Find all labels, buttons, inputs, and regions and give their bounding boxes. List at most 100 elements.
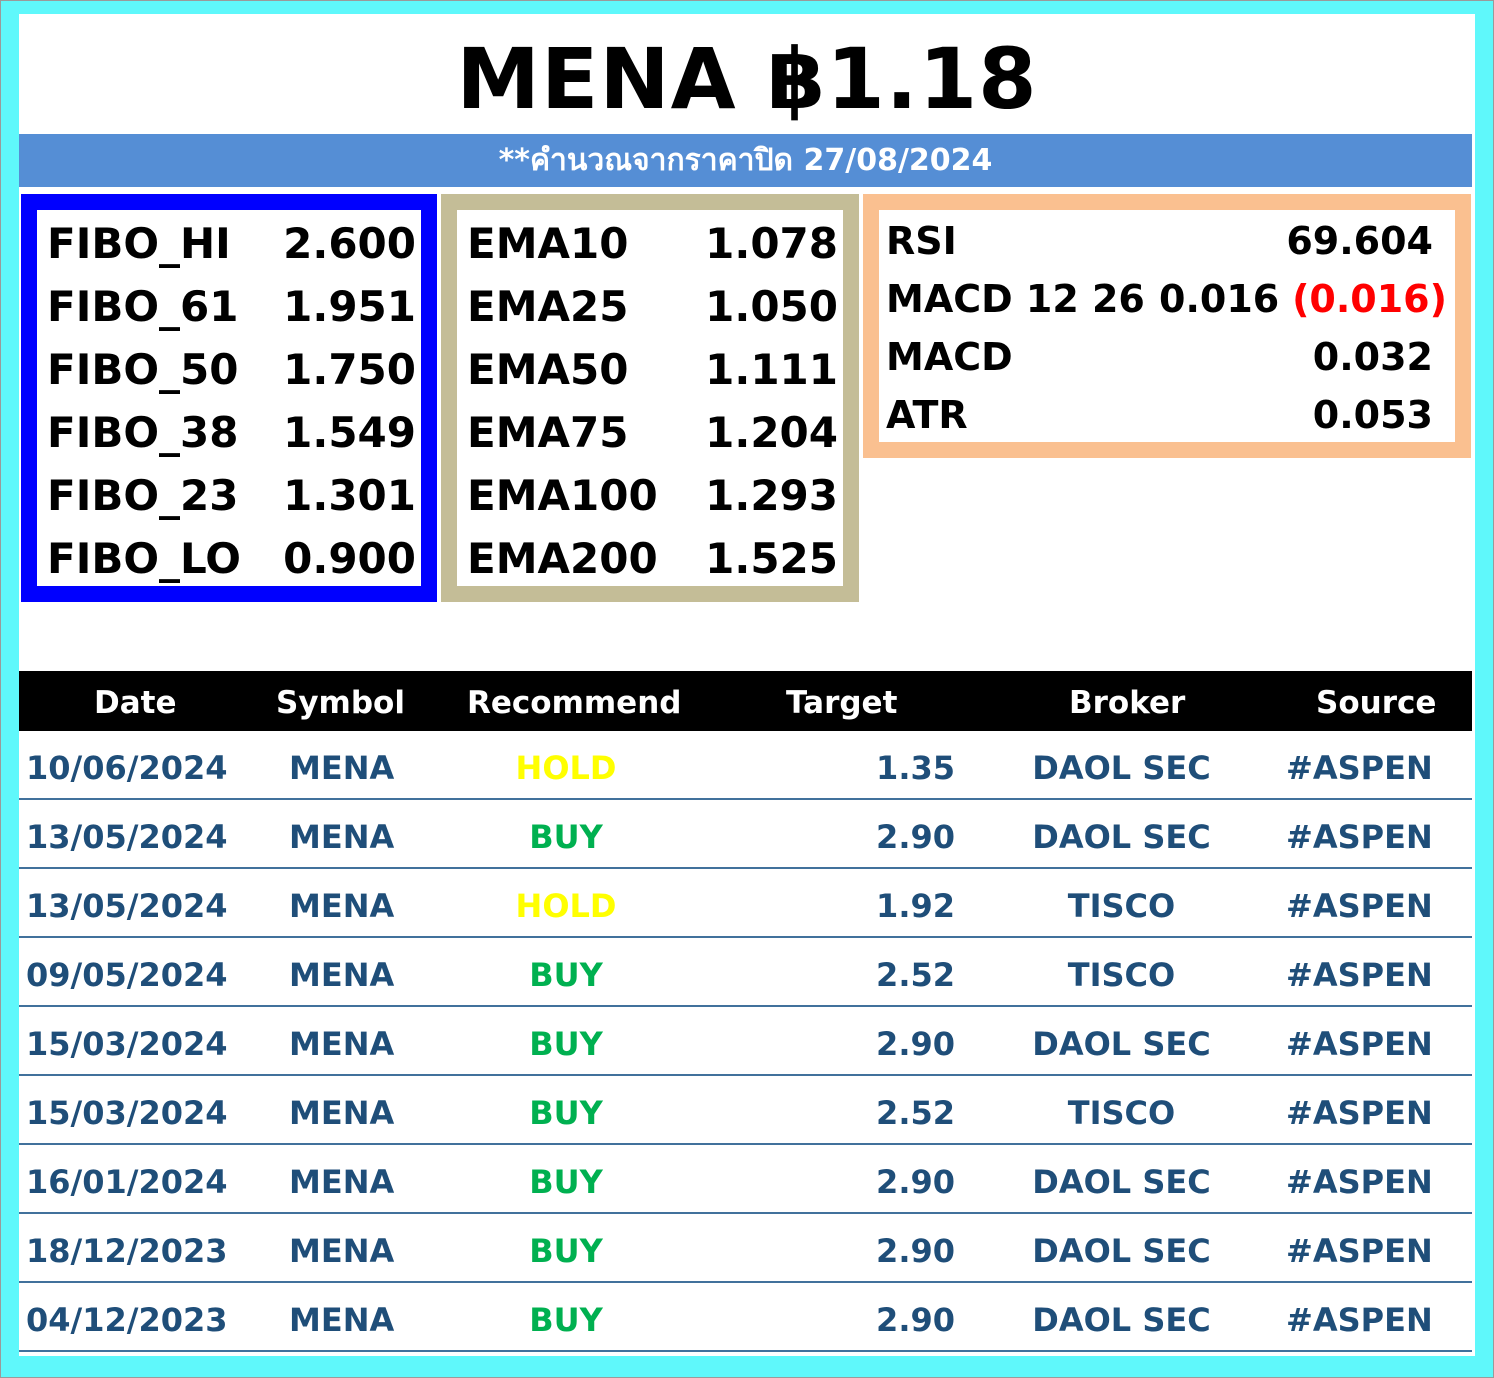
cell-symbol: MENA bbox=[289, 956, 395, 994]
fibo-row: FIBO_61 1.951 bbox=[37, 275, 421, 338]
cell-recommend: BUY bbox=[529, 956, 603, 994]
cell-source: #ASPEN bbox=[1286, 1163, 1433, 1201]
ema-value: 1.293 bbox=[705, 471, 838, 520]
cell-target: 2.90 bbox=[876, 1025, 955, 1063]
cell-broker: TISCO bbox=[1067, 887, 1176, 925]
cell-broker: TISCO bbox=[1067, 956, 1176, 994]
fibo-label: FIBO_HI bbox=[47, 219, 231, 268]
table-row: 16/01/2024 MENA BUY 2.90 DAOL SEC #ASPEN bbox=[19, 1145, 1472, 1214]
fibo-value: 1.750 bbox=[283, 345, 416, 394]
ema-value: 1.050 bbox=[705, 282, 838, 331]
ema-panel: EMA10 1.078 EMA25 1.050 EMA50 1.111 EMA75 1.… bbox=[441, 194, 859, 602]
cell-source: #ASPEN bbox=[1286, 818, 1433, 856]
cell-recommend: BUY bbox=[529, 1163, 603, 1201]
cell-source: #ASPEN bbox=[1286, 1301, 1433, 1339]
header-source: Source bbox=[1316, 685, 1437, 721]
fibo-value: 1.549 bbox=[283, 408, 416, 457]
ema-value: 1.204 bbox=[705, 408, 838, 457]
header-symbol: Symbol bbox=[276, 685, 405, 721]
table-row: 18/12/2023 MENA BUY 2.90 DAOL SEC #ASPEN bbox=[19, 1214, 1472, 1283]
cell-recommend: HOLD bbox=[515, 887, 617, 925]
ema-label: EMA100 bbox=[467, 471, 658, 520]
fibo-label: FIBO_38 bbox=[47, 408, 239, 457]
table-row: 09/05/2024 MENA BUY 2.52 TISCO #ASPEN bbox=[19, 938, 1472, 1007]
header-recommend: Recommend bbox=[467, 685, 682, 721]
ema-row: EMA25 1.050 bbox=[457, 275, 843, 338]
page-title: MENA ฿1.18 bbox=[456, 30, 1038, 128]
cell-date: 13/05/2024 bbox=[26, 818, 228, 856]
fibonacci-panel: FIBO_HI 2.600 FIBO_61 1.951 FIBO_50 1.750 F… bbox=[21, 194, 437, 602]
header-broker: Broker bbox=[1069, 685, 1186, 721]
ema-value: 1.111 bbox=[705, 345, 838, 394]
macd-label: MACD bbox=[886, 335, 1013, 379]
cell-date: 15/03/2024 bbox=[26, 1025, 228, 1063]
cell-recommend: BUY bbox=[529, 1301, 603, 1339]
ema-label: EMA200 bbox=[467, 534, 658, 583]
fibo-row: FIBO_23 1.301 bbox=[37, 464, 421, 527]
ema-row: EMA50 1.111 bbox=[457, 338, 843, 401]
cell-broker: DAOL SEC bbox=[1032, 1025, 1211, 1063]
ema-row: EMA200 1.525 bbox=[457, 527, 843, 590]
recommendation-table-header: Date Symbol Recommend Target Broker Sour… bbox=[19, 671, 1472, 731]
ema-row: EMA10 1.078 bbox=[457, 212, 843, 275]
cell-recommend: BUY bbox=[529, 818, 603, 856]
macd-1226-value: 0.016 bbox=[1159, 277, 1280, 321]
ema-label: EMA50 bbox=[467, 345, 629, 394]
macd-1226-negative-value: (0.016) bbox=[1292, 277, 1447, 321]
header-date: Date bbox=[94, 685, 177, 721]
cell-date: 09/05/2024 bbox=[26, 956, 228, 994]
cell-date: 15/03/2024 bbox=[26, 1094, 228, 1132]
cell-target: 2.52 bbox=[876, 1094, 955, 1132]
cell-source: #ASPEN bbox=[1286, 1094, 1433, 1132]
cell-symbol: MENA bbox=[289, 749, 395, 787]
table-row: 13/05/2024 MENA HOLD 1.92 TISCO #ASPEN bbox=[19, 869, 1472, 938]
cell-symbol: MENA bbox=[289, 818, 395, 856]
fibo-value: 1.951 bbox=[283, 282, 416, 331]
fibo-row: FIBO_HI 2.600 bbox=[37, 212, 421, 275]
fibo-row: FIBO_LO 0.900 bbox=[37, 527, 421, 590]
cell-recommend: BUY bbox=[529, 1232, 603, 1270]
cell-broker: DAOL SEC bbox=[1032, 749, 1211, 787]
fibo-row: FIBO_50 1.750 bbox=[37, 338, 421, 401]
recommendation-table-body: 10/06/2024 MENA HOLD 1.35 DAOL SEC #ASPE… bbox=[19, 731, 1472, 1352]
cell-source: #ASPEN bbox=[1286, 956, 1433, 994]
table-row: 15/03/2024 MENA BUY 2.90 DAOL SEC #ASPEN bbox=[19, 1007, 1472, 1076]
ema-label: EMA10 bbox=[467, 219, 629, 268]
fibo-value: 2.600 bbox=[283, 219, 416, 268]
calc-date-banner: **คำนวณจากราคาปิด 27/08/2024 bbox=[19, 134, 1472, 187]
cell-target: 1.35 bbox=[876, 749, 955, 787]
fibo-label: FIBO_LO bbox=[47, 534, 242, 583]
cell-source: #ASPEN bbox=[1286, 1025, 1433, 1063]
cell-broker: DAOL SEC bbox=[1032, 818, 1211, 856]
rsi-value: 69.604 bbox=[1286, 219, 1433, 263]
ema-value: 1.078 bbox=[705, 219, 838, 268]
header-target: Target bbox=[786, 685, 898, 721]
cell-recommend: BUY bbox=[529, 1094, 603, 1132]
fibo-row: FIBO_38 1.549 bbox=[37, 401, 421, 464]
table-row: 04/12/2023 MENA BUY 2.90 DAOL SEC #ASPEN bbox=[19, 1283, 1472, 1352]
fibo-value: 0.900 bbox=[283, 534, 416, 583]
ema-row: EMA75 1.204 bbox=[457, 401, 843, 464]
cell-target: 2.90 bbox=[876, 1232, 955, 1270]
ema-label: EMA25 bbox=[467, 282, 629, 331]
cell-target: 2.52 bbox=[876, 956, 955, 994]
cell-symbol: MENA bbox=[289, 1025, 395, 1063]
table-row: 15/03/2024 MENA BUY 2.52 TISCO #ASPEN bbox=[19, 1076, 1472, 1145]
atr-row: ATR 0.053 bbox=[879, 386, 1455, 444]
cell-symbol: MENA bbox=[289, 1094, 395, 1132]
ema-row: EMA100 1.293 bbox=[457, 464, 843, 527]
macd-value: 0.032 bbox=[1312, 335, 1433, 379]
fibo-label: FIBO_50 bbox=[47, 345, 239, 394]
rsi-row: RSI 69.604 bbox=[879, 212, 1455, 270]
table-row: 13/05/2024 MENA BUY 2.90 DAOL SEC #ASPEN bbox=[19, 800, 1472, 869]
cell-symbol: MENA bbox=[289, 887, 395, 925]
fibo-value: 1.301 bbox=[283, 471, 416, 520]
ema-value: 1.525 bbox=[705, 534, 838, 583]
macd-row: MACD 0.032 bbox=[879, 328, 1455, 386]
cell-target: 2.90 bbox=[876, 1301, 955, 1339]
cell-source: #ASPEN bbox=[1286, 749, 1433, 787]
cell-target: 2.90 bbox=[876, 1163, 955, 1201]
cell-source: #ASPEN bbox=[1286, 887, 1433, 925]
cell-broker: TISCO bbox=[1067, 1094, 1176, 1132]
ema-label: EMA75 bbox=[467, 408, 629, 457]
